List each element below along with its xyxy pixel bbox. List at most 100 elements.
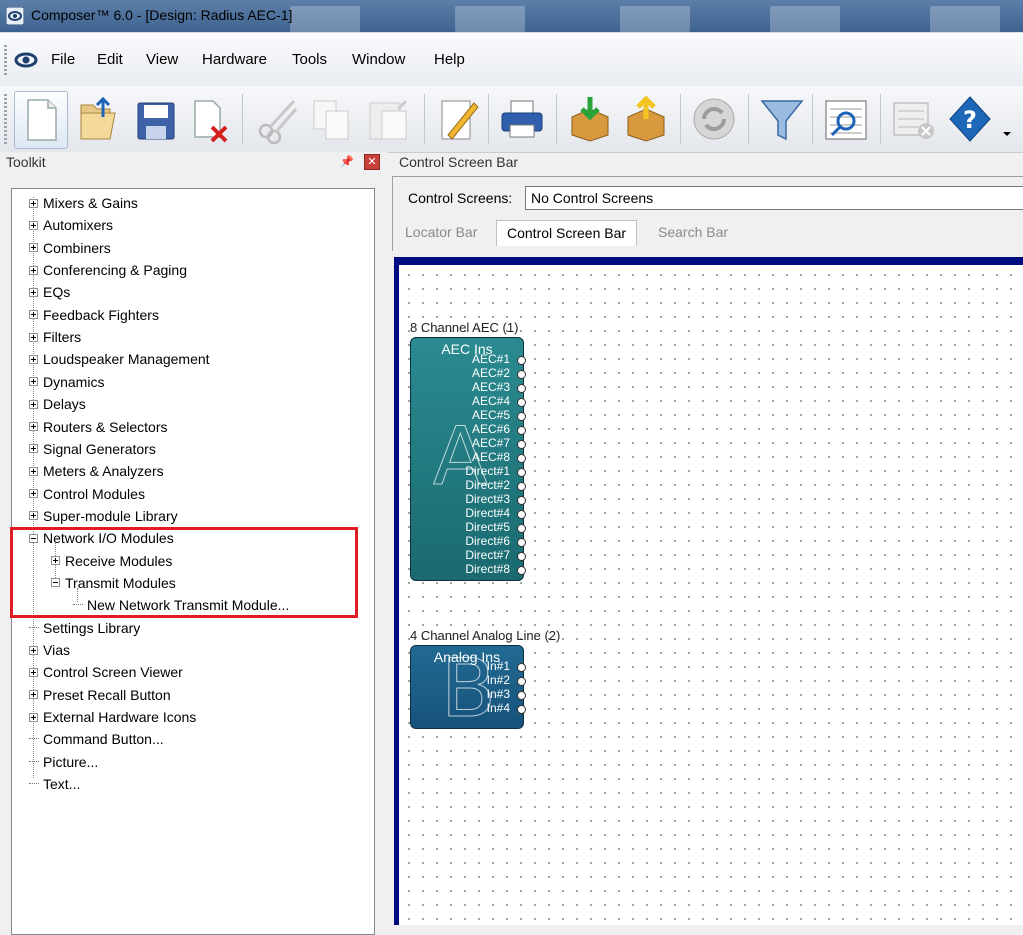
menu-tools[interactable]: Tools: [292, 51, 327, 68]
menu-help[interactable]: Help: [434, 51, 465, 68]
open-button[interactable]: [72, 91, 124, 147]
output-port[interactable]: [517, 454, 526, 463]
menubar-grip[interactable]: [4, 45, 7, 77]
tab-search-bar[interactable]: Search Bar: [648, 220, 738, 246]
refresh-button[interactable]: [688, 91, 740, 147]
print-button[interactable]: [496, 91, 548, 147]
tab-control-screen-bar[interactable]: Control Screen Bar: [496, 220, 638, 246]
tree-item[interactable]: Super-module Library: [29, 505, 178, 527]
tree-item[interactable]: Transmit Modules: [51, 572, 176, 594]
tree-item[interactable]: Feedback Fighters: [29, 304, 159, 326]
menu-window[interactable]: Window: [352, 51, 405, 68]
tree-item[interactable]: EQs: [29, 281, 70, 303]
upload-button[interactable]: [620, 91, 672, 147]
expand-icon[interactable]: [29, 310, 38, 320]
tree-item[interactable]: Conferencing & Paging: [29, 259, 187, 281]
menu-file[interactable]: File: [51, 51, 75, 68]
expand-icon[interactable]: [29, 287, 38, 297]
output-port[interactable]: [517, 440, 526, 449]
tree-item[interactable]: Filters: [29, 326, 81, 348]
expand-icon[interactable]: [29, 444, 38, 454]
output-port[interactable]: [517, 496, 526, 505]
tree-item[interactable]: Dynamics: [29, 371, 104, 393]
copy-button[interactable]: [306, 91, 358, 147]
save-button[interactable]: [130, 91, 182, 147]
tree-item[interactable]: Control Modules: [29, 483, 145, 505]
expand-icon[interactable]: [29, 265, 38, 275]
close-design-button[interactable]: [186, 91, 238, 147]
design-canvas[interactable]: 8 Channel AEC (1) AEC Ins A 4 Channel An…: [394, 257, 1023, 925]
output-port[interactable]: [517, 663, 526, 672]
tree-item[interactable]: Text...: [29, 773, 80, 795]
expand-icon[interactable]: [29, 466, 38, 476]
output-port[interactable]: [517, 468, 526, 477]
tree-item[interactable]: Automixers: [29, 214, 113, 236]
output-port[interactable]: [517, 677, 526, 686]
app-eye-icon[interactable]: [6, 7, 24, 25]
toolbar-grip[interactable]: [4, 94, 7, 144]
tree-item[interactable]: Preset Recall Button: [29, 684, 171, 706]
output-port[interactable]: [517, 370, 526, 379]
expand-icon[interactable]: [29, 489, 38, 499]
edit-button[interactable]: [432, 91, 484, 147]
collapse-icon[interactable]: [51, 578, 60, 588]
close-icon[interactable]: ✕: [364, 154, 380, 170]
tree-item[interactable]: Meters & Analyzers: [29, 460, 164, 482]
output-port[interactable]: [517, 566, 526, 575]
expand-icon[interactable]: [29, 712, 38, 722]
output-port[interactable]: [517, 482, 526, 491]
paste-button[interactable]: [362, 91, 414, 147]
expand-icon[interactable]: [29, 422, 38, 431]
help-button[interactable]: ?: [944, 91, 996, 147]
pin-icon[interactable]: 📌: [340, 155, 354, 168]
menu-edit[interactable]: Edit: [97, 51, 123, 68]
toolbar-overflow-icon[interactable]: [1002, 130, 1012, 138]
output-port[interactable]: [517, 552, 526, 561]
expand-icon[interactable]: [29, 198, 38, 208]
menu-hardware[interactable]: Hardware: [202, 51, 267, 68]
tree-item[interactable]: Network I/O Modules: [29, 527, 174, 549]
expand-icon[interactable]: [51, 556, 60, 566]
output-port[interactable]: [517, 384, 526, 393]
tree-item[interactable]: Mixers & Gains: [29, 192, 138, 214]
expand-icon[interactable]: [29, 332, 38, 342]
expand-icon[interactable]: [29, 354, 38, 364]
tree-item[interactable]: External Hardware Icons: [29, 706, 196, 728]
output-port[interactable]: [517, 705, 526, 714]
tree-item[interactable]: Routers & Selectors: [29, 416, 168, 438]
tree-item[interactable]: New Network Transmit Module...: [73, 594, 289, 616]
filter-button[interactable]: [756, 91, 808, 147]
app-eye-icon[interactable]: [14, 48, 38, 72]
tree-item[interactable]: Settings Library: [29, 617, 140, 639]
expand-icon[interactable]: [29, 220, 38, 230]
expand-icon[interactable]: [29, 399, 38, 409]
control-screens-dropdown[interactable]: No Control Screens: [525, 186, 1023, 210]
download-button[interactable]: [564, 91, 616, 147]
expand-icon[interactable]: [29, 645, 38, 655]
output-port[interactable]: [517, 538, 526, 547]
output-port[interactable]: [517, 398, 526, 407]
expand-icon[interactable]: [29, 243, 38, 253]
menu-view[interactable]: View: [146, 51, 178, 68]
output-port[interactable]: [517, 426, 526, 435]
tree-item[interactable]: Loudspeaker Management: [29, 348, 210, 370]
expand-icon[interactable]: [29, 667, 38, 677]
tree-item[interactable]: Command Button...: [29, 728, 164, 750]
toolkit-tree[interactable]: Mixers & Gains Automixers Combiners Confere…: [11, 188, 375, 935]
cut-button[interactable]: [252, 91, 304, 147]
tree-item[interactable]: Receive Modules: [51, 550, 172, 572]
tree-item[interactable]: Picture...: [29, 751, 98, 773]
expand-icon[interactable]: [29, 511, 38, 521]
expand-icon[interactable]: [29, 690, 38, 700]
tree-item[interactable]: Control Screen Viewer: [29, 661, 183, 683]
tree-item[interactable]: Vias: [29, 639, 70, 661]
output-port[interactable]: [517, 510, 526, 519]
delete-list-button[interactable]: [888, 91, 940, 147]
expand-icon[interactable]: [29, 377, 38, 387]
tree-item[interactable]: Combiners: [29, 237, 111, 259]
tree-item[interactable]: Signal Generators: [29, 438, 156, 460]
inspect-button[interactable]: [820, 91, 872, 147]
output-port[interactable]: [517, 691, 526, 700]
output-port[interactable]: [517, 356, 526, 365]
tab-locator-bar[interactable]: Locator Bar: [395, 220, 487, 246]
